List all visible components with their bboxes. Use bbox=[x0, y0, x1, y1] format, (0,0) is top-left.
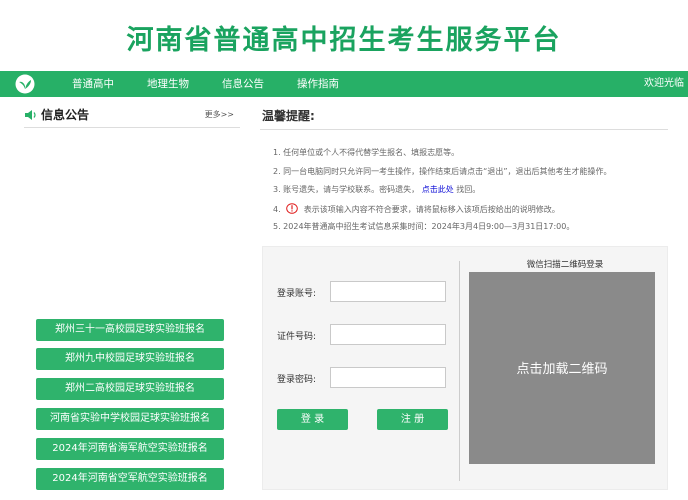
tip-item: 4. 表示该项输入内容不符合要求，请将鼠标移入该项后按给出的说明修改。 bbox=[273, 202, 683, 222]
register-button[interactable]: 注 册 bbox=[377, 409, 448, 430]
account-label: 登录账号: bbox=[277, 289, 317, 299]
speaker-icon bbox=[25, 110, 36, 120]
tip-item: 5. 2024年普通高中招生考试信息采集时间：2024年3月4日9:00—3月3… bbox=[273, 222, 575, 231]
tips-list: 1. 任何单位或个人不得代替学生报名、填报志愿等。 2. 同一台电脑同时只允许同… bbox=[273, 147, 683, 240]
notice-header: 信息公告 更多>> bbox=[24, 106, 240, 128]
tip-text: 4. bbox=[273, 204, 281, 214]
qr-load-text: 点击加载二维码 bbox=[516, 362, 608, 377]
tip-item: 1. 任何单位或个人不得代替学生报名、填报志愿等。 bbox=[273, 148, 460, 157]
signup-button-airforce[interactable]: 2024年河南省空军航空实验班报名 bbox=[36, 468, 224, 490]
password-label: 登录密码: bbox=[277, 375, 317, 385]
tip-text: 表示该项输入内容不符合要求，请将鼠标移入该项后按给出的说明修改。 bbox=[303, 204, 560, 214]
warning-icon bbox=[286, 202, 298, 214]
signup-button-hnsy[interactable]: 河南省实验中学校园足球实验班报名 bbox=[36, 408, 224, 430]
login-button[interactable]: 登 录 bbox=[277, 409, 348, 430]
tip-item: 2. 同一台电脑同时只允许同一考生操作，操作结束后请点击“退出”，退出后其他考生… bbox=[273, 166, 612, 176]
site-title: 河南省普通高中招生考生服务平台 bbox=[126, 25, 562, 56]
notice-title: 信息公告 bbox=[41, 108, 90, 122]
signup-button-zz31[interactable]: 郑州三十一高校园足球实验班报名 bbox=[36, 319, 224, 341]
tips-header: 温馨提醒: bbox=[260, 106, 668, 130]
tip-text: 找回。 bbox=[456, 185, 481, 194]
nav-item-guide[interactable]: 操作指南 bbox=[297, 71, 339, 97]
signup-button-zz9[interactable]: 郑州九中校园足球实验班报名 bbox=[36, 348, 224, 370]
main-nav: 普通高中 地理生物 信息公告 操作指南 欢迎光临 bbox=[0, 71, 688, 97]
id-number-label: 证件号码: bbox=[277, 332, 317, 342]
qr-title: 微信扫描二维码登录 bbox=[526, 260, 604, 270]
tips-title: 温馨提醒: bbox=[262, 109, 315, 123]
qr-code-box[interactable]: 点击加载二维码 bbox=[469, 272, 655, 464]
site-banner: 河南省普通高中招生考生服务平台 bbox=[0, 0, 688, 70]
nav-item-announcements[interactable]: 信息公告 bbox=[222, 71, 264, 97]
account-input[interactable] bbox=[330, 281, 446, 302]
nav-item-geo-bio[interactable]: 地理生物 bbox=[147, 71, 189, 97]
welcome-text: 欢迎光临 bbox=[644, 78, 684, 89]
recover-password-link[interactable]: 点击此处 bbox=[422, 185, 454, 194]
id-number-input[interactable] bbox=[330, 324, 446, 345]
password-input[interactable] bbox=[330, 367, 446, 388]
more-link[interactable]: 更多>> bbox=[205, 109, 234, 120]
tip-text: 3. 账号遗失，请与学校联系。密码遗失， bbox=[273, 185, 420, 194]
signup-button-navy[interactable]: 2024年河南省海军航空实验班报名 bbox=[36, 438, 224, 460]
tip-item: 3. 账号遗失，请与学校联系。密码遗失， 点击此处 找回。 bbox=[273, 184, 683, 203]
signup-button-zz2[interactable]: 郑州二高校园足球实验班报名 bbox=[36, 378, 224, 400]
nav-item-high-school[interactable]: 普通高中 bbox=[72, 71, 114, 97]
leaf-logo-icon bbox=[15, 74, 35, 94]
login-panel: 登录账号: 证件号码: 登录密码: 登 录 注 册 微信扫描二维码登录 点击加载… bbox=[262, 246, 668, 490]
panel-divider bbox=[459, 261, 460, 481]
